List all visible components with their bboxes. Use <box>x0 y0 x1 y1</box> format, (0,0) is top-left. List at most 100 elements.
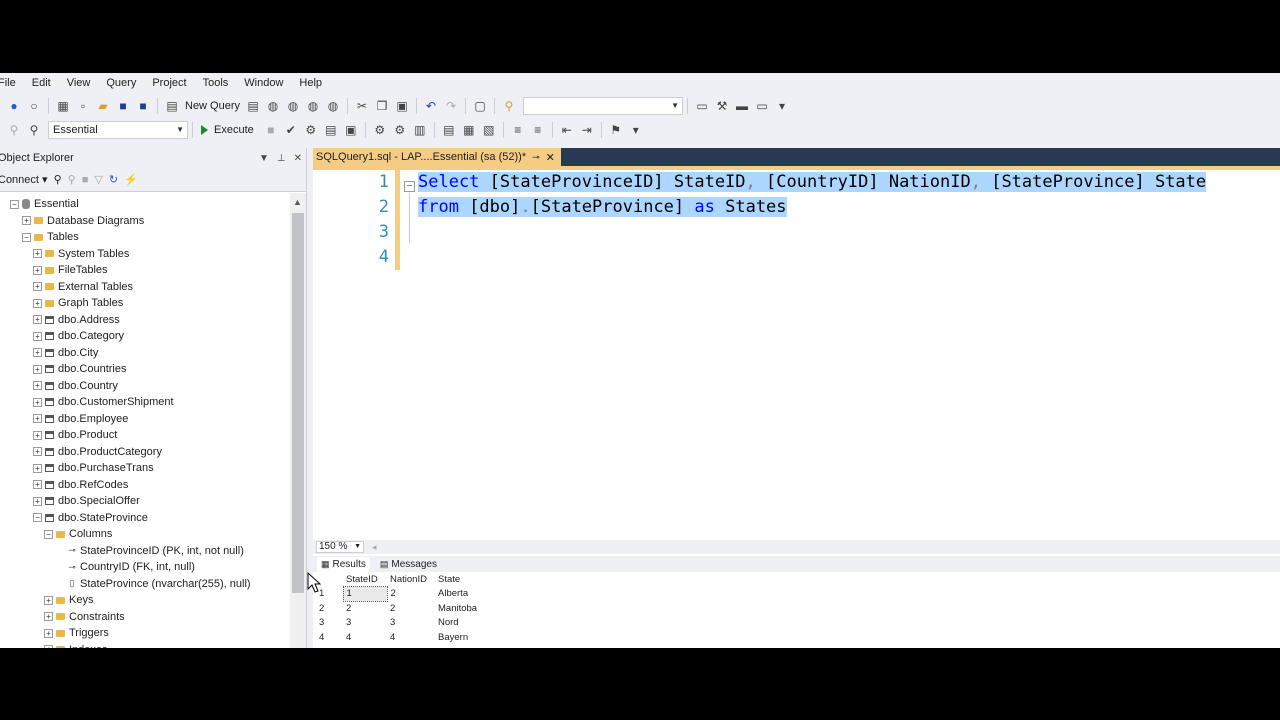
cell[interactable]: Manitoba <box>435 601 525 616</box>
properties-icon[interactable]: ▭ <box>694 98 710 114</box>
execute-button[interactable]: Execute <box>201 124 257 136</box>
connect-button[interactable]: Connect ▾ <box>0 173 48 186</box>
query-options-icon[interactable]: ▤ <box>323 122 339 138</box>
tree-node[interactable]: + dbo.Address <box>0 312 290 329</box>
tree-node[interactable]: − Columns <box>0 526 290 543</box>
expand-icon[interactable]: + <box>33 496 42 506</box>
undo-icon[interactable]: ↶ <box>423 98 439 114</box>
cell[interactable]: 3 <box>343 616 387 631</box>
expand-icon[interactable]: + <box>33 414 42 424</box>
specify-values-icon[interactable]: ⚑ <box>608 122 624 138</box>
connect-plug-icon[interactable]: ⚲ <box>54 173 62 186</box>
expand-icon[interactable]: + <box>33 480 42 490</box>
table-row[interactable]: 3 3 3 Nord <box>313 616 525 631</box>
cell[interactable]: 4 <box>387 630 435 645</box>
collapse-region-icon[interactable]: − <box>404 181 415 192</box>
tree-node[interactable]: + External Tables <box>0 279 290 296</box>
tree-node[interactable]: + Constraints <box>0 609 290 626</box>
menu-file[interactable]: File <box>0 73 24 93</box>
collapse-icon[interactable]: − <box>33 513 42 523</box>
wrench-icon[interactable]: ⚒ <box>714 98 730 114</box>
estimated-plan-icon[interactable]: ⚙ <box>303 122 319 138</box>
column-header[interactable]: NationID <box>387 572 435 587</box>
tree-node[interactable]: + dbo.RefCodes <box>0 477 290 494</box>
connect-icon[interactable]: ⚲ <box>6 122 22 138</box>
expand-icon[interactable]: + <box>44 612 53 622</box>
cell[interactable]: 2 <box>387 587 435 602</box>
menu-tools[interactable]: Tools <box>195 73 237 93</box>
change-connection-icon[interactable]: ⚲ <box>26 122 42 138</box>
copy-icon[interactable]: ❐ <box>374 98 390 114</box>
tree-node[interactable]: + dbo.CustomerShipment <box>0 394 290 411</box>
search-combo[interactable]: ▼ <box>523 97 684 115</box>
tree-node[interactable]: + dbo.Country <box>0 378 290 395</box>
expand-icon[interactable]: + <box>33 265 42 275</box>
cell[interactable]: 4 <box>343 630 387 645</box>
stop-icon[interactable]: ■ <box>82 174 89 186</box>
live-stats-icon[interactable]: ⚙ <box>392 122 408 138</box>
table-row[interactable]: 4 4 4 Bayern <box>313 630 525 645</box>
cell[interactable]: Bayern <box>435 630 525 645</box>
menu-edit[interactable]: Edit <box>24 73 59 93</box>
expand-icon[interactable]: + <box>33 381 42 391</box>
query-icon-5[interactable]: ◍ <box>325 98 341 114</box>
results-grid-icon[interactable]: ▦ <box>461 122 477 138</box>
menu-query[interactable]: Query <box>98 73 144 93</box>
tree-node[interactable]: ⊸ CountryID (FK, int, null) <box>0 559 290 576</box>
cut-icon[interactable]: ✂ <box>354 98 370 114</box>
database-select[interactable]: Essential ▼ <box>48 121 188 139</box>
tree-node[interactable]: − Essential <box>0 196 290 213</box>
dropdown-icon[interactable]: ▼ <box>259 153 269 164</box>
open-folder-icon[interactable]: ▰ <box>95 98 111 114</box>
expand-icon[interactable]: + <box>33 249 42 259</box>
back-icon[interactable]: ● <box>6 98 22 114</box>
expand-icon[interactable]: + <box>44 645 53 648</box>
results-to-text-icon[interactable]: ▣ <box>343 122 359 138</box>
decrease-indent-icon[interactable]: ⇤ <box>559 122 575 138</box>
tree-node[interactable]: + dbo.ProductCategory <box>0 444 290 461</box>
zoom-select[interactable]: 150 % ▼ <box>316 541 364 553</box>
window-icon[interactable]: ▭ <box>754 98 770 114</box>
scroll-thumb[interactable] <box>292 213 304 593</box>
add-item-icon[interactable]: ▫ <box>75 98 91 114</box>
results-text-icon[interactable]: ▤ <box>441 122 457 138</box>
overflow-icon[interactable]: ▾ <box>628 122 644 138</box>
query-icon-2[interactable]: ◍ <box>265 98 281 114</box>
tree-node[interactable]: − Tables <box>0 229 290 246</box>
query-document-tab[interactable]: SQLQuery1.sql - LAP....Essential (sa (52… <box>313 148 561 166</box>
tree-node[interactable]: + Indexes <box>0 642 290 648</box>
menu-project[interactable]: Project <box>144 73 194 93</box>
close-icon[interactable]: ✕ <box>294 153 302 164</box>
include-plan-icon[interactable]: ⚙ <box>372 122 388 138</box>
query-icon-4[interactable]: ◍ <box>305 98 321 114</box>
tree-node[interactable]: + Database Diagrams <box>0 213 290 230</box>
new-query-icon[interactable]: ▤ <box>164 98 180 114</box>
parse-icon[interactable]: ✔ <box>283 122 299 138</box>
menu-view[interactable]: View <box>59 73 99 93</box>
tree-node[interactable]: + dbo.City <box>0 345 290 362</box>
results-grid[interactable]: StateID NationID State 1 1 2 Alberta 2 2 2 Mani… <box>313 572 1280 648</box>
increase-indent-icon[interactable]: ⇥ <box>579 122 595 138</box>
tab-messages[interactable]: ▤ Messages <box>376 557 441 572</box>
paste-icon[interactable]: ▣ <box>394 98 410 114</box>
new-query-button[interactable]: New Query <box>185 100 240 112</box>
redo-icon[interactable]: ↷ <box>443 98 459 114</box>
cell[interactable]: Nord <box>435 616 525 631</box>
close-tab-icon[interactable]: ✕ <box>546 151 555 164</box>
expand-icon[interactable]: + <box>33 282 42 292</box>
find-icon[interactable]: ⚲ <box>501 98 517 114</box>
overflow-icon[interactable]: ▾ <box>774 98 790 114</box>
tree-scrollbar[interactable]: ▲ <box>290 193 306 648</box>
cell[interactable]: Alberta <box>435 587 525 602</box>
tree-node[interactable]: + FileTables <box>0 262 290 279</box>
save-icon[interactable]: ■ <box>115 98 131 114</box>
activity-monitor-icon[interactable]: ⚡ <box>124 173 138 186</box>
expand-icon[interactable]: + <box>33 348 42 358</box>
pin-icon[interactable]: ⊥ <box>277 153 286 164</box>
expand-icon[interactable]: + <box>22 216 31 226</box>
tree-node[interactable]: + Keys <box>0 592 290 609</box>
expand-icon[interactable]: + <box>33 430 42 440</box>
tree-node[interactable]: + dbo.Product <box>0 427 290 444</box>
expand-icon[interactable]: + <box>33 397 42 407</box>
expand-icon[interactable]: + <box>33 315 42 325</box>
